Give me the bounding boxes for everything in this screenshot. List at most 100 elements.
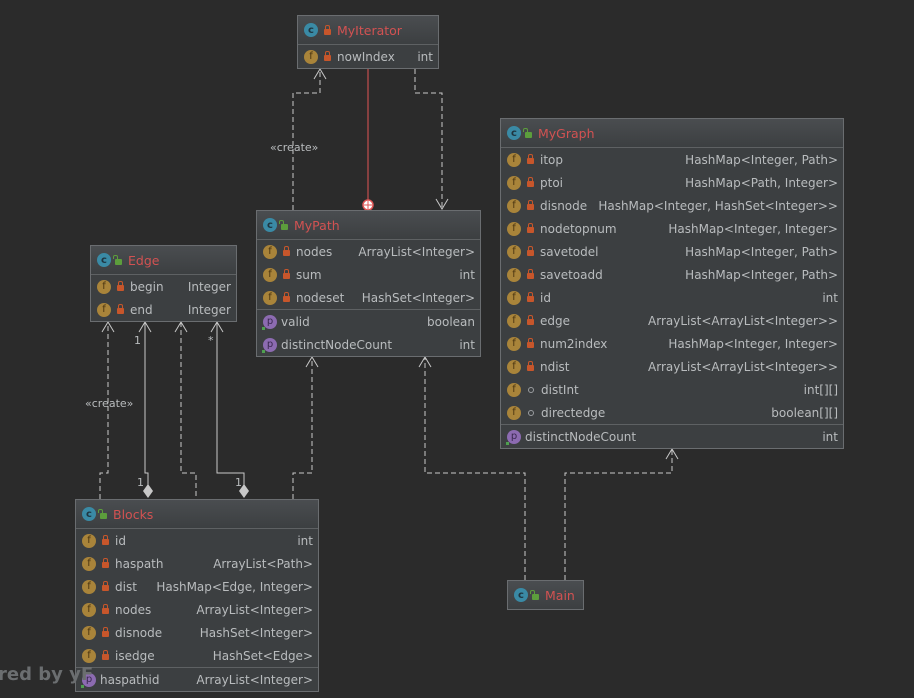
field-row[interactable]: f num2index HashMap<Integer, Integer> xyxy=(501,332,843,355)
field-row[interactable]: f disnode HashSet<Integer> xyxy=(76,621,318,644)
class-icon: c xyxy=(263,218,277,232)
class-header: c MyPath xyxy=(257,211,480,240)
field-type: int xyxy=(297,533,313,548)
watermark: red by yF xyxy=(0,664,94,685)
class-mypath[interactable]: c MyPath f nodes ArrayList<Integer> f sum int f n… xyxy=(256,210,481,357)
field-name: disnode xyxy=(115,625,163,640)
field-name: edge xyxy=(540,313,570,328)
field-type: HashMap<Path, Integer> xyxy=(685,175,838,190)
class-name: MyIterator xyxy=(337,22,402,38)
field-name: distInt xyxy=(541,382,579,397)
lock-icon xyxy=(527,361,534,371)
field-icon: f xyxy=(263,290,277,305)
field-name: haspath xyxy=(115,556,164,571)
unlock-icon xyxy=(523,127,532,138)
lock-icon xyxy=(527,338,534,348)
lock-icon xyxy=(283,269,290,279)
field-type: HashSet<Edge> xyxy=(212,648,313,663)
field-row[interactable]: f haspath ArrayList<Path> xyxy=(76,552,318,575)
field-icon: f xyxy=(507,152,521,167)
class-header: c Edge xyxy=(91,246,236,275)
property-name: haspathid xyxy=(100,672,160,687)
field-type: boolean[][] xyxy=(771,405,838,420)
field-row[interactable]: f ptoi HashMap<Path, Integer> xyxy=(501,171,843,194)
field-name: dist xyxy=(115,579,137,594)
field-row[interactable]: f nodes ArrayList<Integer> xyxy=(257,240,480,263)
field-icon: f xyxy=(263,244,277,259)
field-name: id xyxy=(540,290,551,305)
field-row[interactable]: f begin Integer xyxy=(91,275,236,298)
field-name: id xyxy=(115,533,126,548)
property-type: int xyxy=(459,337,475,352)
field-row[interactable]: f nodeset HashSet<Integer> xyxy=(257,286,480,309)
field-type: ArrayList<Integer> xyxy=(196,602,313,617)
field-row[interactable]: f end Integer xyxy=(91,298,236,321)
field-type: int xyxy=(417,49,433,64)
class-name: Edge xyxy=(128,252,160,268)
field-row[interactable]: f disnode HashMap<Integer, HashSet<Integer… xyxy=(501,194,843,217)
aggregation-diamond-icon xyxy=(143,484,153,498)
field-icon: f xyxy=(82,602,96,617)
field-type: ArrayList<ArrayList<Integer>> xyxy=(648,313,838,328)
property-icon: p xyxy=(506,429,521,445)
field-row[interactable]: f edge ArrayList<ArrayList<Integer>> xyxy=(501,309,843,332)
field-name: savetoadd xyxy=(540,267,603,282)
field-type: HashSet<Integer> xyxy=(199,625,313,640)
field-name: begin xyxy=(130,279,164,294)
field-name: nodes xyxy=(115,602,152,617)
field-icon: f xyxy=(507,359,521,374)
field-row[interactable]: f sum int xyxy=(257,263,480,286)
field-name: nodetopnum xyxy=(540,221,617,236)
field-type: ArrayList<ArrayList<Integer>> xyxy=(648,359,838,374)
field-row[interactable]: f id int xyxy=(501,286,843,309)
field-name: ptoi xyxy=(540,175,563,190)
field-row[interactable]: f nodetopnum HashMap<Integer, Integer> xyxy=(501,217,843,240)
class-header: c MyGraph xyxy=(501,119,843,148)
field-type: HashMap<Integer, Path> xyxy=(685,152,838,167)
field-row[interactable]: f savetodel HashMap<Integer, Path> xyxy=(501,240,843,263)
class-mygraph[interactable]: c MyGraph f itop HashMap<Integer, Path> f ptoi… xyxy=(500,118,844,449)
field-icon: f xyxy=(82,579,96,594)
dependency-line xyxy=(292,69,321,210)
class-blocks[interactable]: c Blocks f id int f haspath ArrayList<Path> f dis… xyxy=(75,499,319,692)
field-icon: f xyxy=(507,290,521,305)
class-myiterator[interactable]: c MyIterator f nowIndex int xyxy=(297,15,439,69)
field-row[interactable]: f savetoadd HashMap<Integer, Path> xyxy=(501,263,843,286)
lock-icon xyxy=(527,315,534,325)
lock-icon xyxy=(527,292,534,302)
field-row[interactable]: f distInt int[][] xyxy=(501,378,843,401)
field-type: int xyxy=(459,267,475,282)
field-name: num2index xyxy=(540,336,608,351)
dependency-line xyxy=(292,357,313,499)
field-name: disnode xyxy=(540,198,588,213)
property-type: ArrayList<Integer> xyxy=(196,672,313,687)
class-icon: c xyxy=(507,126,521,140)
property-row[interactable]: p distinctNodeCount int xyxy=(501,424,843,448)
field-row[interactable]: f itop HashMap<Integer, Path> xyxy=(501,148,843,171)
field-row[interactable]: f nowIndex int xyxy=(298,45,438,68)
property-row[interactable]: p distinctNodeCount int xyxy=(257,333,480,356)
field-icon: f xyxy=(507,221,521,236)
property-name: valid xyxy=(281,314,310,329)
lock-icon xyxy=(283,292,290,302)
property-row[interactable]: p valid boolean xyxy=(257,309,480,333)
field-type: HashMap<Integer, Integer> xyxy=(668,221,838,236)
class-icon: c xyxy=(514,588,528,602)
lock-icon xyxy=(102,535,109,545)
class-icon: c xyxy=(82,507,96,521)
class-edge[interactable]: c Edge f begin Integer f end Integer xyxy=(90,245,237,322)
field-name: isedge xyxy=(115,648,155,663)
field-row[interactable]: f ndist ArrayList<ArrayList<Integer>> xyxy=(501,355,843,378)
class-name: Main xyxy=(545,587,575,603)
field-row[interactable]: f isedge HashSet<Edge> xyxy=(76,644,318,667)
field-row[interactable]: f nodes ArrayList<Integer> xyxy=(76,598,318,621)
property-row[interactable]: p haspathid ArrayList<Integer> xyxy=(76,667,318,691)
field-name: sum xyxy=(296,267,322,282)
field-row[interactable]: f directedge boolean[][] xyxy=(501,401,843,424)
dependency-line xyxy=(414,69,443,209)
class-name: MyPath xyxy=(294,217,340,233)
field-row[interactable]: f dist HashMap<Edge, Integer> xyxy=(76,575,318,598)
field-row[interactable]: f id int xyxy=(76,529,318,552)
field-type: HashMap<Edge, Integer> xyxy=(156,579,313,594)
class-main[interactable]: c Main xyxy=(507,580,584,610)
